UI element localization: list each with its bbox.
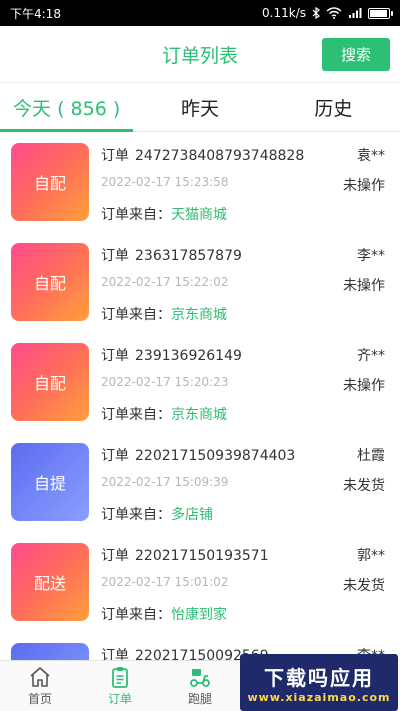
customer-name: 杜霞	[357, 448, 385, 464]
order-label: 订单	[101, 448, 129, 464]
order-source: 京东商城	[171, 307, 227, 323]
delivery-icon	[190, 668, 210, 687]
order-item[interactable]: 自提 订单 220217150939874403 2022-02-17 15:09…	[0, 432, 400, 532]
nav-orders[interactable]: 订单	[80, 661, 160, 711]
order-number: 236317857879	[135, 248, 242, 264]
order-source-line: 订单来自：多店铺	[101, 504, 213, 524]
tab-yesterday[interactable]: 昨天	[133, 83, 266, 131]
nav-home-label: 首页	[27, 691, 52, 706]
order-label: 订单	[101, 548, 129, 564]
source-label: 订单来自：	[101, 207, 171, 223]
app-header: 订单列表 搜索	[0, 26, 400, 82]
source-label: 订单来自：	[101, 407, 171, 423]
source-label: 订单来自：	[101, 307, 171, 323]
watermark-main-text: 下载吗应用	[264, 665, 374, 690]
order-number: 220217150193571	[135, 548, 269, 564]
source-label: 订单来自：	[101, 507, 171, 523]
order-item[interactable]: 配送 订单 220217150193571 2022-02-17 15:01:02…	[0, 532, 400, 632]
order-number-line: 订单 220217150193571	[101, 545, 269, 565]
customer-name: 郭**	[357, 548, 385, 564]
order-label: 订单	[101, 248, 129, 264]
customer-name: 袁**	[357, 148, 385, 164]
order-source: 怡康到家	[171, 607, 227, 623]
order-label: 订单	[101, 648, 129, 660]
home-icon	[30, 666, 50, 687]
order-source-line: 订单来自：京东商城	[101, 404, 227, 424]
order-time: 2022-02-17 15:23:58	[101, 175, 229, 189]
search-button[interactable]: 搜索	[322, 38, 390, 71]
page-title: 订单列表	[161, 44, 238, 67]
nav-errand[interactable]: 跑腿	[160, 661, 240, 711]
order-status: 未操作	[343, 178, 385, 194]
order-item[interactable]: 自配 订单 2472738408793748828 2022-02-17 15:2…	[0, 132, 400, 232]
order-source-line: 订单来自：天猫商城	[101, 204, 227, 224]
watermark-logo: 下载吗应用 www.xiazaimao.com	[240, 654, 398, 711]
source-label: 订单来自：	[101, 607, 171, 623]
order-number-line: 订单 220217150939874403	[101, 445, 295, 465]
order-status: 未操作	[343, 378, 385, 394]
order-source-line: 订单来自：怡康到家	[101, 604, 227, 624]
order-label: 订单	[101, 348, 129, 364]
delivery-type-badge: 自配	[11, 143, 89, 221]
order-time: 2022-02-17 15:20:23	[101, 375, 229, 389]
order-time: 2022-02-17 15:01:02	[101, 575, 229, 589]
nav-errand-label: 跑腿	[187, 691, 212, 706]
order-number-line: 订单 239136926149	[101, 345, 242, 365]
order-number-line: 订单 236317857879	[101, 245, 242, 265]
order-number: 220217150939874403	[135, 448, 296, 464]
customer-name: 李**	[357, 248, 385, 264]
order-time: 2022-02-17 15:09:39	[101, 475, 229, 489]
signal-icon	[326, 7, 342, 19]
order-status: 未发货	[343, 578, 385, 594]
order-item[interactable]: 自配 订单 239136926149 2022-02-17 15:20:23 订单…	[0, 332, 400, 432]
status-bar: 下午4:18 0.11k/s	[0, 0, 400, 26]
delivery-type-badge	[11, 643, 89, 660]
order-number-line: 订单 2472738408793748828	[101, 145, 304, 165]
order-source: 京东商城	[171, 407, 227, 423]
order-list[interactable]: 自配 订单 2472738408793748828 2022-02-17 15:2…	[0, 132, 400, 660]
network-speed: 0.11k/s	[262, 6, 306, 20]
delivery-type-badge: 自提	[11, 443, 89, 521]
order-time: 2022-02-17 15:22:02	[101, 275, 229, 289]
watermark-url: www.xiazaimao.com	[247, 690, 391, 704]
order-number: 239136926149	[135, 348, 242, 364]
delivery-type-badge: 配送	[11, 543, 89, 621]
bluetooth-icon	[312, 7, 320, 19]
status-time: 下午4:18	[10, 6, 61, 21]
delivery-type-badge: 自配	[11, 243, 89, 321]
tab-history[interactable]: 历史	[267, 83, 400, 131]
tab-today[interactable]: 今天 ( 856 )	[0, 83, 134, 132]
order-source: 天猫商城	[171, 207, 227, 223]
date-tabs: 今天 ( 856 ) 昨天 历史	[0, 82, 400, 132]
order-source-line: 订单来自：京东商城	[101, 304, 227, 324]
order-source: 多店铺	[171, 507, 213, 523]
battery-icon	[368, 7, 393, 19]
customer-name: 齐**	[357, 348, 385, 364]
order-status: 未操作	[343, 278, 385, 294]
nav-home[interactable]: 首页	[0, 661, 80, 711]
order-label: 订单	[101, 148, 129, 164]
order-item[interactable]: 自配 订单 236317857879 2022-02-17 15:22:02 订单…	[0, 232, 400, 332]
nav-orders-label: 订单	[107, 691, 132, 706]
order-number: 2472738408793748828	[135, 148, 305, 164]
clipboard-icon	[112, 666, 128, 688]
delivery-type-badge: 自配	[11, 343, 89, 421]
order-status: 未发货	[343, 478, 385, 494]
cellular-icon	[349, 8, 362, 18]
